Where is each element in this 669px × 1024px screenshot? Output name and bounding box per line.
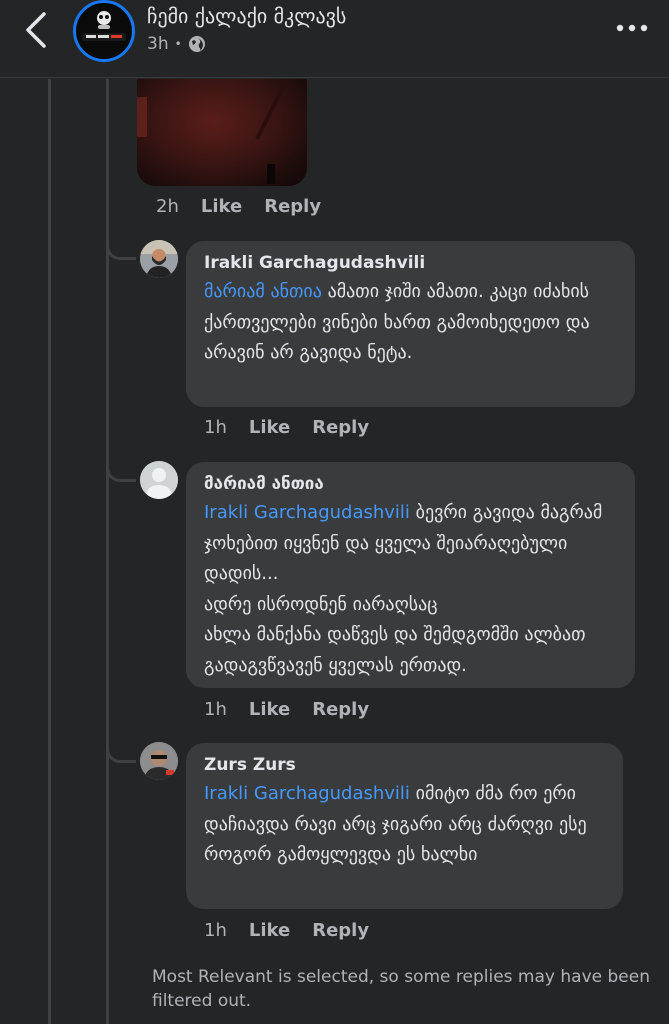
like-button[interactable]: Like (249, 699, 290, 720)
mention-link[interactable]: მარიამ ანთია (204, 281, 322, 302)
comment-text: Irakli Garchagudashvili იმიტო ძმა რო ერი… (204, 779, 605, 871)
like-button[interactable]: Like (249, 417, 290, 438)
avatar[interactable] (140, 240, 178, 278)
group-name[interactable]: ჩემი ქალაქი მკლავს (147, 4, 346, 28)
mention-link[interactable]: Irakli Garchagudashvili (204, 502, 410, 523)
comment-bubble: Irakli Garchagudashvili მარიამ ანთია ამა… (186, 241, 635, 407)
comment-author[interactable]: მარიამ ანთია (204, 474, 617, 494)
like-button[interactable]: Like (201, 196, 242, 217)
photo-content (137, 79, 289, 184)
comment-time[interactable]: 1h (204, 699, 227, 720)
comment-photo[interactable] (137, 79, 307, 186)
default-avatar-icon (140, 461, 178, 499)
reply-button[interactable]: Reply (312, 417, 369, 438)
comment-author[interactable]: Irakli Garchagudashvili (204, 253, 617, 273)
avatar-photo (140, 742, 178, 780)
comment-actions: 1h Like Reply (204, 699, 369, 720)
chevron-left-icon[interactable] (20, 10, 54, 50)
comment-body: ბევრი გავიდა მაგრამ ჯოხებით იყვნენ და ყვ… (204, 502, 603, 676)
group-avatar[interactable] (73, 0, 135, 62)
reply-connector (106, 733, 136, 763)
separator-dot: • (174, 37, 182, 51)
comment-time[interactable]: 2h (156, 196, 179, 217)
post-time[interactable]: 3h (147, 34, 169, 54)
group-logo (82, 11, 126, 41)
thread-line-inner (106, 79, 109, 1024)
filter-notice: Most Relevant is selected, so some repli… (152, 967, 650, 1011)
avatar-photo (140, 240, 178, 278)
comment-actions: 1h Like Reply (204, 920, 369, 941)
like-button[interactable]: Like (249, 920, 290, 941)
ellipsis-icon[interactable] (612, 14, 652, 42)
comment-time[interactable]: 1h (204, 920, 227, 941)
reply-button[interactable]: Reply (264, 196, 321, 217)
comment-actions: 1h Like Reply (204, 417, 369, 438)
comment-actions: 2h Like Reply (156, 196, 321, 217)
comment-bubble: მარიამ ანთია Irakli Garchagudashvili ბევ… (186, 462, 635, 688)
mention-link[interactable]: Irakli Garchagudashvili (204, 783, 410, 804)
reply-connector (106, 230, 136, 260)
post-header: ჩემი ქალაქი მკლავს 3h • (0, 0, 669, 78)
comment-time[interactable]: 1h (204, 417, 227, 438)
avatar[interactable] (140, 461, 178, 499)
comment-author[interactable]: Zurs Zurs (204, 755, 605, 775)
comment-text: Irakli Garchagudashvili ბევრი გავიდა მაგ… (204, 498, 617, 681)
comment-bubble: Zurs Zurs Irakli Garchagudashvili იმიტო … (186, 743, 623, 909)
reply-button[interactable]: Reply (312, 699, 369, 720)
reply-connector (106, 452, 136, 482)
avatar[interactable] (140, 742, 178, 780)
thread-line-outer (48, 79, 51, 1024)
comment-text: მარიამ ანთია ამათი ჯიში ამათი. კაცი იძახ… (204, 277, 617, 369)
post-meta: 3h • (147, 34, 206, 54)
reply-button[interactable]: Reply (312, 920, 369, 941)
globe-icon (188, 36, 205, 52)
